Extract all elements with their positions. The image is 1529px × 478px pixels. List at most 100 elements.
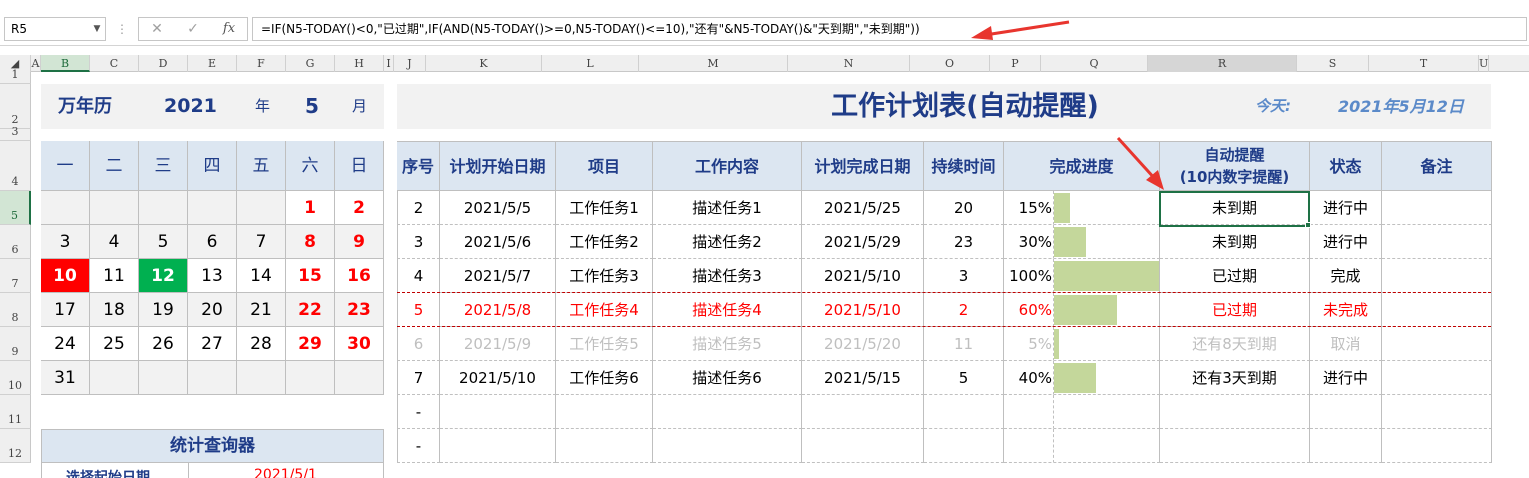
- calendar-day[interactable]: 19: [139, 293, 188, 327]
- cell-status[interactable]: 进行中: [1310, 361, 1382, 395]
- calendar-day[interactable]: 30: [335, 327, 384, 361]
- calendar-day[interactable]: 28: [237, 327, 286, 361]
- cell-start-date[interactable]: 2021/5/9: [440, 327, 556, 361]
- cell-status[interactable]: 进行中: [1310, 225, 1382, 259]
- column-header-m[interactable]: M: [639, 55, 788, 72]
- cell-status[interactable]: 完成: [1310, 259, 1382, 293]
- active-cell-r5[interactable]: [1159, 191, 1310, 227]
- cell-note[interactable]: [1382, 259, 1492, 293]
- cell-no[interactable]: 3: [397, 225, 440, 259]
- cell-content[interactable]: [653, 395, 802, 429]
- cell-status[interactable]: 进行中: [1310, 191, 1382, 225]
- cell-status[interactable]: [1310, 429, 1382, 463]
- cell-reminder[interactable]: 已过期: [1160, 259, 1310, 293]
- calendar-day[interactable]: 23: [335, 293, 384, 327]
- cell-progress[interactable]: 15%: [1004, 191, 1160, 225]
- calendar-day[interactable]: 12: [139, 259, 188, 293]
- cell-project[interactable]: 工作任务5: [556, 327, 653, 361]
- calendar-day[interactable]: 1: [286, 191, 335, 225]
- column-header-k[interactable]: K: [426, 55, 542, 72]
- calendar-day[interactable]: 21: [237, 293, 286, 327]
- row-header-1[interactable]: 1: [0, 68, 31, 84]
- cell-start-date[interactable]: [440, 429, 556, 463]
- column-header-q[interactable]: Q: [1041, 55, 1148, 72]
- cell-content[interactable]: 描述任务2: [653, 225, 802, 259]
- column-header-f[interactable]: F: [237, 55, 286, 72]
- cell-start-date[interactable]: 2021/5/6: [440, 225, 556, 259]
- column-header-t[interactable]: T: [1369, 55, 1479, 72]
- cell-note[interactable]: [1382, 191, 1492, 225]
- cell-status[interactable]: 取消: [1310, 327, 1382, 361]
- cell-reminder[interactable]: 还有3天到期: [1160, 361, 1310, 395]
- column-header-c[interactable]: C: [90, 55, 139, 72]
- fill-handle[interactable]: [1305, 222, 1311, 228]
- column-header-o[interactable]: O: [910, 55, 990, 72]
- column-header-g[interactable]: G: [286, 55, 335, 72]
- calendar-day[interactable]: 17: [41, 293, 90, 327]
- cell-duration[interactable]: 23: [924, 225, 1004, 259]
- column-header-u[interactable]: U: [1479, 55, 1489, 72]
- cell-project[interactable]: 工作任务4: [556, 293, 653, 327]
- row-header-4[interactable]: 4: [0, 141, 31, 191]
- calendar-day[interactable]: 22: [286, 293, 335, 327]
- column-header-b[interactable]: B: [41, 55, 90, 72]
- row-header-6[interactable]: 6: [0, 225, 31, 259]
- formula-input[interactable]: =IF(N5-TODAY()<0,"已过期",IF(AND(N5-TODAY()…: [252, 17, 1527, 41]
- cell-content[interactable]: 描述任务4: [653, 293, 802, 327]
- cell-content[interactable]: 描述任务3: [653, 259, 802, 293]
- cell-progress[interactable]: 30%: [1004, 225, 1160, 259]
- calendar-day[interactable]: 11: [90, 259, 139, 293]
- column-header-n[interactable]: N: [788, 55, 910, 72]
- cell-duration[interactable]: 5: [924, 361, 1004, 395]
- calendar-day[interactable]: 2: [335, 191, 384, 225]
- calendar-day[interactable]: 3: [41, 225, 90, 259]
- cell-end-date[interactable]: 2021/5/15: [802, 361, 924, 395]
- cell-end-date[interactable]: 2021/5/10: [802, 259, 924, 293]
- calendar-day[interactable]: 16: [335, 259, 384, 293]
- calendar-year[interactable]: 2021: [164, 84, 217, 129]
- row-header-8[interactable]: 8: [0, 293, 31, 327]
- cell-progress[interactable]: 100%: [1004, 259, 1160, 293]
- column-header-l[interactable]: L: [542, 55, 639, 72]
- cell-end-date[interactable]: 2021/5/29: [802, 225, 924, 259]
- cell-no[interactable]: 5: [397, 293, 440, 327]
- column-header-r[interactable]: R: [1148, 55, 1297, 72]
- cell-end-date[interactable]: 2021/5/25: [802, 191, 924, 225]
- column-header-e[interactable]: E: [188, 55, 237, 72]
- cell-duration[interactable]: [924, 395, 1004, 429]
- cell-end-date[interactable]: [802, 429, 924, 463]
- cell-content[interactable]: 描述任务1: [653, 191, 802, 225]
- cell-project[interactable]: 工作任务2: [556, 225, 653, 259]
- calendar-day[interactable]: 8: [286, 225, 335, 259]
- calendar-month[interactable]: 5: [305, 84, 319, 129]
- cell-note[interactable]: [1382, 395, 1492, 429]
- cell-progress[interactable]: [1004, 395, 1160, 429]
- cell-progress[interactable]: [1004, 429, 1160, 463]
- cell-reminder[interactable]: 还有8天到期: [1160, 327, 1310, 361]
- cell-content[interactable]: 描述任务6: [653, 361, 802, 395]
- cell-duration[interactable]: 11: [924, 327, 1004, 361]
- chevron-down-icon[interactable]: ▼: [90, 20, 104, 38]
- cell-duration[interactable]: [924, 429, 1004, 463]
- column-header-p[interactable]: P: [990, 55, 1041, 72]
- cell-progress[interactable]: 5%: [1004, 327, 1160, 361]
- cancel-icon[interactable]: ✕: [145, 20, 169, 38]
- cell-note[interactable]: [1382, 225, 1492, 259]
- cell-reminder[interactable]: [1160, 395, 1310, 429]
- calendar-day[interactable]: 31: [41, 361, 90, 395]
- cell-duration[interactable]: 20: [924, 191, 1004, 225]
- column-header-j[interactable]: J: [394, 55, 426, 72]
- cell-status[interactable]: 未完成: [1310, 293, 1382, 327]
- cell-end-date[interactable]: 2021/5/10: [802, 293, 924, 327]
- fx-icon[interactable]: fx: [217, 20, 241, 38]
- row-header-12[interactable]: 12: [0, 429, 31, 463]
- cell-status[interactable]: [1310, 395, 1382, 429]
- column-header-h[interactable]: H: [335, 55, 384, 72]
- cell-start-date[interactable]: [440, 395, 556, 429]
- cell-start-date[interactable]: 2021/5/10: [440, 361, 556, 395]
- cell-no[interactable]: 7: [397, 361, 440, 395]
- calendar-day[interactable]: 14: [237, 259, 286, 293]
- cell-project[interactable]: [556, 395, 653, 429]
- row-header-10[interactable]: 10: [0, 361, 31, 395]
- cell-project[interactable]: 工作任务6: [556, 361, 653, 395]
